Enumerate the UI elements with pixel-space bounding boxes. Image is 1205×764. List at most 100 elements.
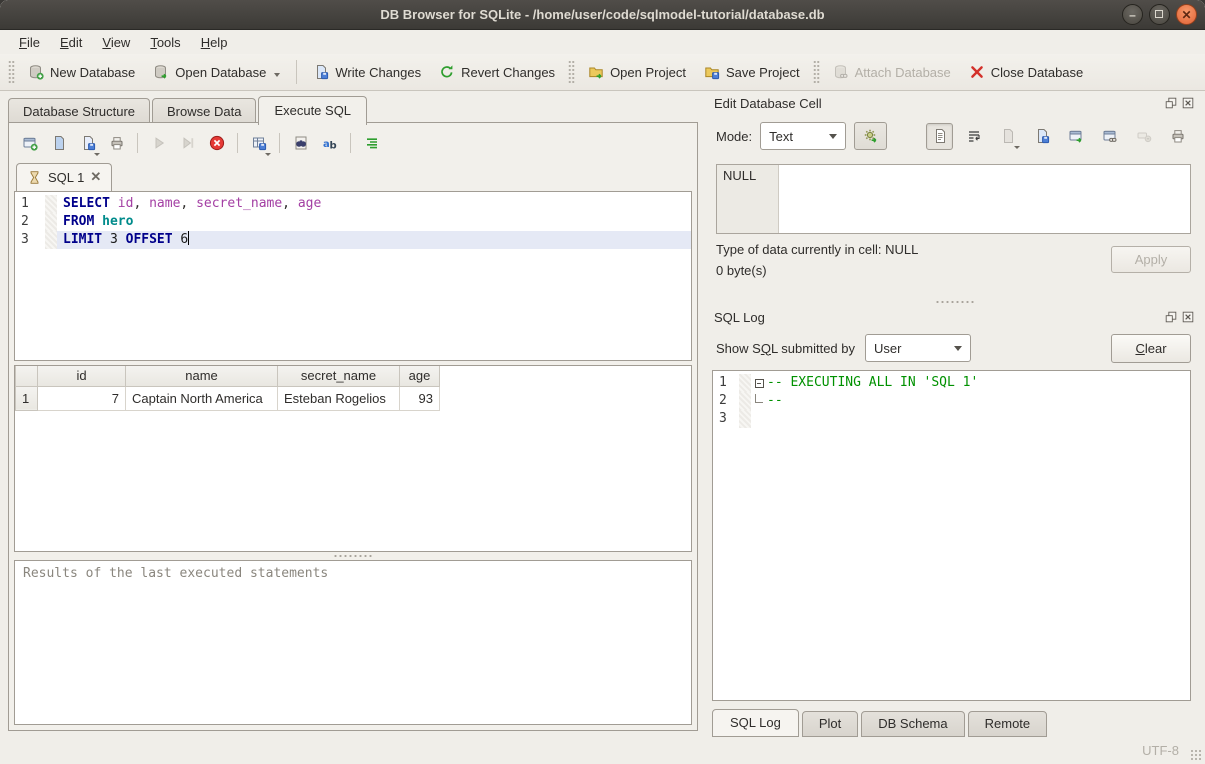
table-cell[interactable]: Captain North America <box>126 386 278 410</box>
edit-cell-header: Edit Database Cell <box>710 92 1199 114</box>
revert-changes-button[interactable]: Revert Changes <box>430 59 564 85</box>
open-database-button[interactable]: Open Database <box>144 59 289 85</box>
row-number[interactable]: 1 <box>16 386 38 410</box>
titlebar[interactable]: DB Browser for SQLite - /home/user/code/… <box>0 0 1205 30</box>
table-cell[interactable]: Esteban Rogelios <box>278 386 400 410</box>
menu-file[interactable]: File <box>10 32 49 53</box>
sql-tab-bar: SQL 1 ✕ <box>12 160 694 191</box>
save-sql-file-button[interactable] <box>74 130 101 157</box>
export-cell-icon <box>1034 128 1050 144</box>
menu-edit[interactable]: Edit <box>51 32 91 53</box>
fold-margin <box>45 195 57 213</box>
sql-editor[interactable]: 1SELECT id, name, secret_name, age2FROM … <box>14 191 692 361</box>
word-wrap-lines-button[interactable] <box>358 130 385 157</box>
menu-tools[interactable]: Tools <box>141 32 189 53</box>
cell-value-gutter: NULL <box>717 165 779 233</box>
save-project-button[interactable]: Save Project <box>695 59 809 85</box>
stop-button[interactable] <box>203 130 230 157</box>
dock-tab-db-schema[interactable]: DB Schema <box>861 711 964 737</box>
minimize-button[interactable]: – <box>1122 4 1143 25</box>
new-sql-tab-button[interactable] <box>16 130 43 157</box>
close-panel-icon[interactable] <box>1181 96 1195 110</box>
table-cell[interactable]: 7 <box>38 386 126 410</box>
code-text: LIMIT 3 OFFSET 6 <box>57 231 691 249</box>
edit-cell-title: Edit Database Cell <box>714 96 1164 111</box>
print-cell-button[interactable] <box>1164 123 1191 150</box>
column-header-age[interactable]: age <box>400 366 440 386</box>
menu-help[interactable]: Help <box>192 32 237 53</box>
word-wrap-icon <box>966 128 982 144</box>
print-button[interactable] <box>103 130 130 157</box>
window-title: DB Browser for SQLite - /home/user/code/… <box>380 7 824 22</box>
tab-execute-sql[interactable]: Execute SQL <box>258 96 367 125</box>
results-table-area[interactable]: idnamesecret_nameage17Captain North Amer… <box>14 365 692 552</box>
dock-tab-plot[interactable]: Plot <box>802 711 858 737</box>
tab-browse-data[interactable]: Browse Data <box>152 98 256 125</box>
attach-database-icon <box>833 64 849 80</box>
column-header-id[interactable]: id <box>38 366 126 386</box>
column-header-name[interactable]: name <box>126 366 278 386</box>
new-database-button[interactable]: New Database <box>19 59 144 85</box>
table-cell[interactable]: 93 <box>400 386 440 410</box>
toolbar-separator <box>350 133 351 153</box>
menu-view[interactable]: View <box>93 32 139 53</box>
save-project-icon <box>704 64 720 80</box>
dock-tab-sql-log[interactable]: SQL Log <box>712 709 799 737</box>
maximize-button[interactable] <box>1149 4 1170 25</box>
fold-collapse-icon[interactable] <box>755 379 764 388</box>
fold-margin <box>739 374 751 392</box>
chevron-down-icon[interactable] <box>274 73 280 77</box>
table-row[interactable]: 17Captain North AmericaEsteban Rogelios9… <box>16 386 440 410</box>
toolbar-separator <box>279 133 280 153</box>
format-sql-button[interactable]: ab <box>316 130 343 157</box>
cell-value-editor[interactable]: NULL <box>716 164 1191 234</box>
mode-select[interactable]: Text <box>760 122 846 150</box>
corner-header[interactable] <box>16 366 38 386</box>
dock-tab-remote[interactable]: Remote <box>968 711 1048 737</box>
code-text: FROM hero <box>57 213 691 231</box>
auto-switch-mode-button[interactable] <box>854 122 887 150</box>
dock-splitter-handle[interactable] <box>710 298 1199 306</box>
apply-button[interactable]: Apply <box>1111 246 1191 273</box>
log-filter-select[interactable]: User <box>865 334 971 362</box>
open-sql-file-button[interactable] <box>45 130 72 157</box>
right-dock: Edit Database Cell Mode: Text NULL Type … <box>710 92 1199 737</box>
float-panel-icon[interactable] <box>1164 310 1178 324</box>
sql-tab[interactable]: SQL 1 ✕ <box>16 163 112 191</box>
open-project-button[interactable]: Open Project <box>579 59 695 85</box>
close-panel-icon[interactable] <box>1181 310 1195 324</box>
sql-log-header: SQL Log <box>710 306 1199 328</box>
format-sql-icon: ab <box>322 135 338 151</box>
clear-log-button[interactable]: Clear <box>1111 334 1191 363</box>
export-cell-button[interactable] <box>1028 123 1055 150</box>
line-number: 3 <box>713 410 739 428</box>
write-changes-button[interactable]: Write Changes <box>304 59 430 85</box>
sql-log-view[interactable]: 1-- EXECUTING ALL IN 'SQL 1'2--3 <box>712 370 1191 701</box>
log-text: -- EXECUTING ALL IN 'SQL 1' <box>767 374 978 392</box>
tab-close-icon[interactable]: ✕ <box>90 169 101 185</box>
toolbar-drag-handle[interactable] <box>568 60 575 84</box>
splitter-handle[interactable] <box>12 552 694 560</box>
toolbar-drag-handle[interactable] <box>8 60 15 84</box>
open-external-button[interactable] <box>1062 123 1089 150</box>
chevron-down-icon[interactable] <box>94 153 100 156</box>
resize-grip[interactable] <box>1190 749 1202 761</box>
set-link-button[interactable] <box>1096 123 1123 150</box>
find-replace-button[interactable] <box>287 130 314 157</box>
word-wrap-button[interactable] <box>960 123 987 150</box>
text-mode-button[interactable] <box>926 123 953 150</box>
line-number: 2 <box>713 392 739 410</box>
cell-editor-toolbar <box>926 123 1191 150</box>
close-database-button[interactable]: Close Database <box>960 59 1093 85</box>
column-header-secret_name[interactable]: secret_name <box>278 366 400 386</box>
fold-margin <box>739 392 751 410</box>
cell-value-area[interactable] <box>779 165 1190 233</box>
save-results-button[interactable] <box>245 130 272 157</box>
text-cursor <box>188 231 189 245</box>
chevron-down-icon[interactable] <box>265 153 271 156</box>
tab-database-structure[interactable]: Database Structure <box>8 98 150 125</box>
close-button[interactable]: ✕ <box>1176 4 1197 25</box>
float-panel-icon[interactable] <box>1164 96 1178 110</box>
toolbar-drag-handle[interactable] <box>813 60 820 84</box>
stop-icon <box>209 135 225 151</box>
